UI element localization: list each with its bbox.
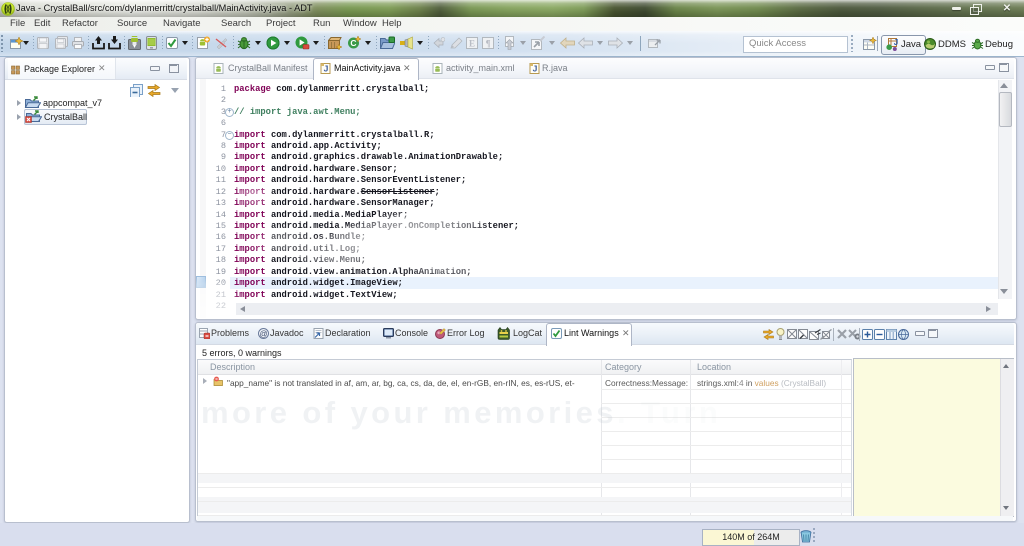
svg-text:J: J	[533, 64, 538, 74]
svg-text:J: J	[324, 64, 329, 74]
svg-text:¶: ¶	[486, 39, 491, 49]
svg-text:E: E	[469, 39, 475, 49]
svg-text:J: J	[894, 38, 898, 47]
